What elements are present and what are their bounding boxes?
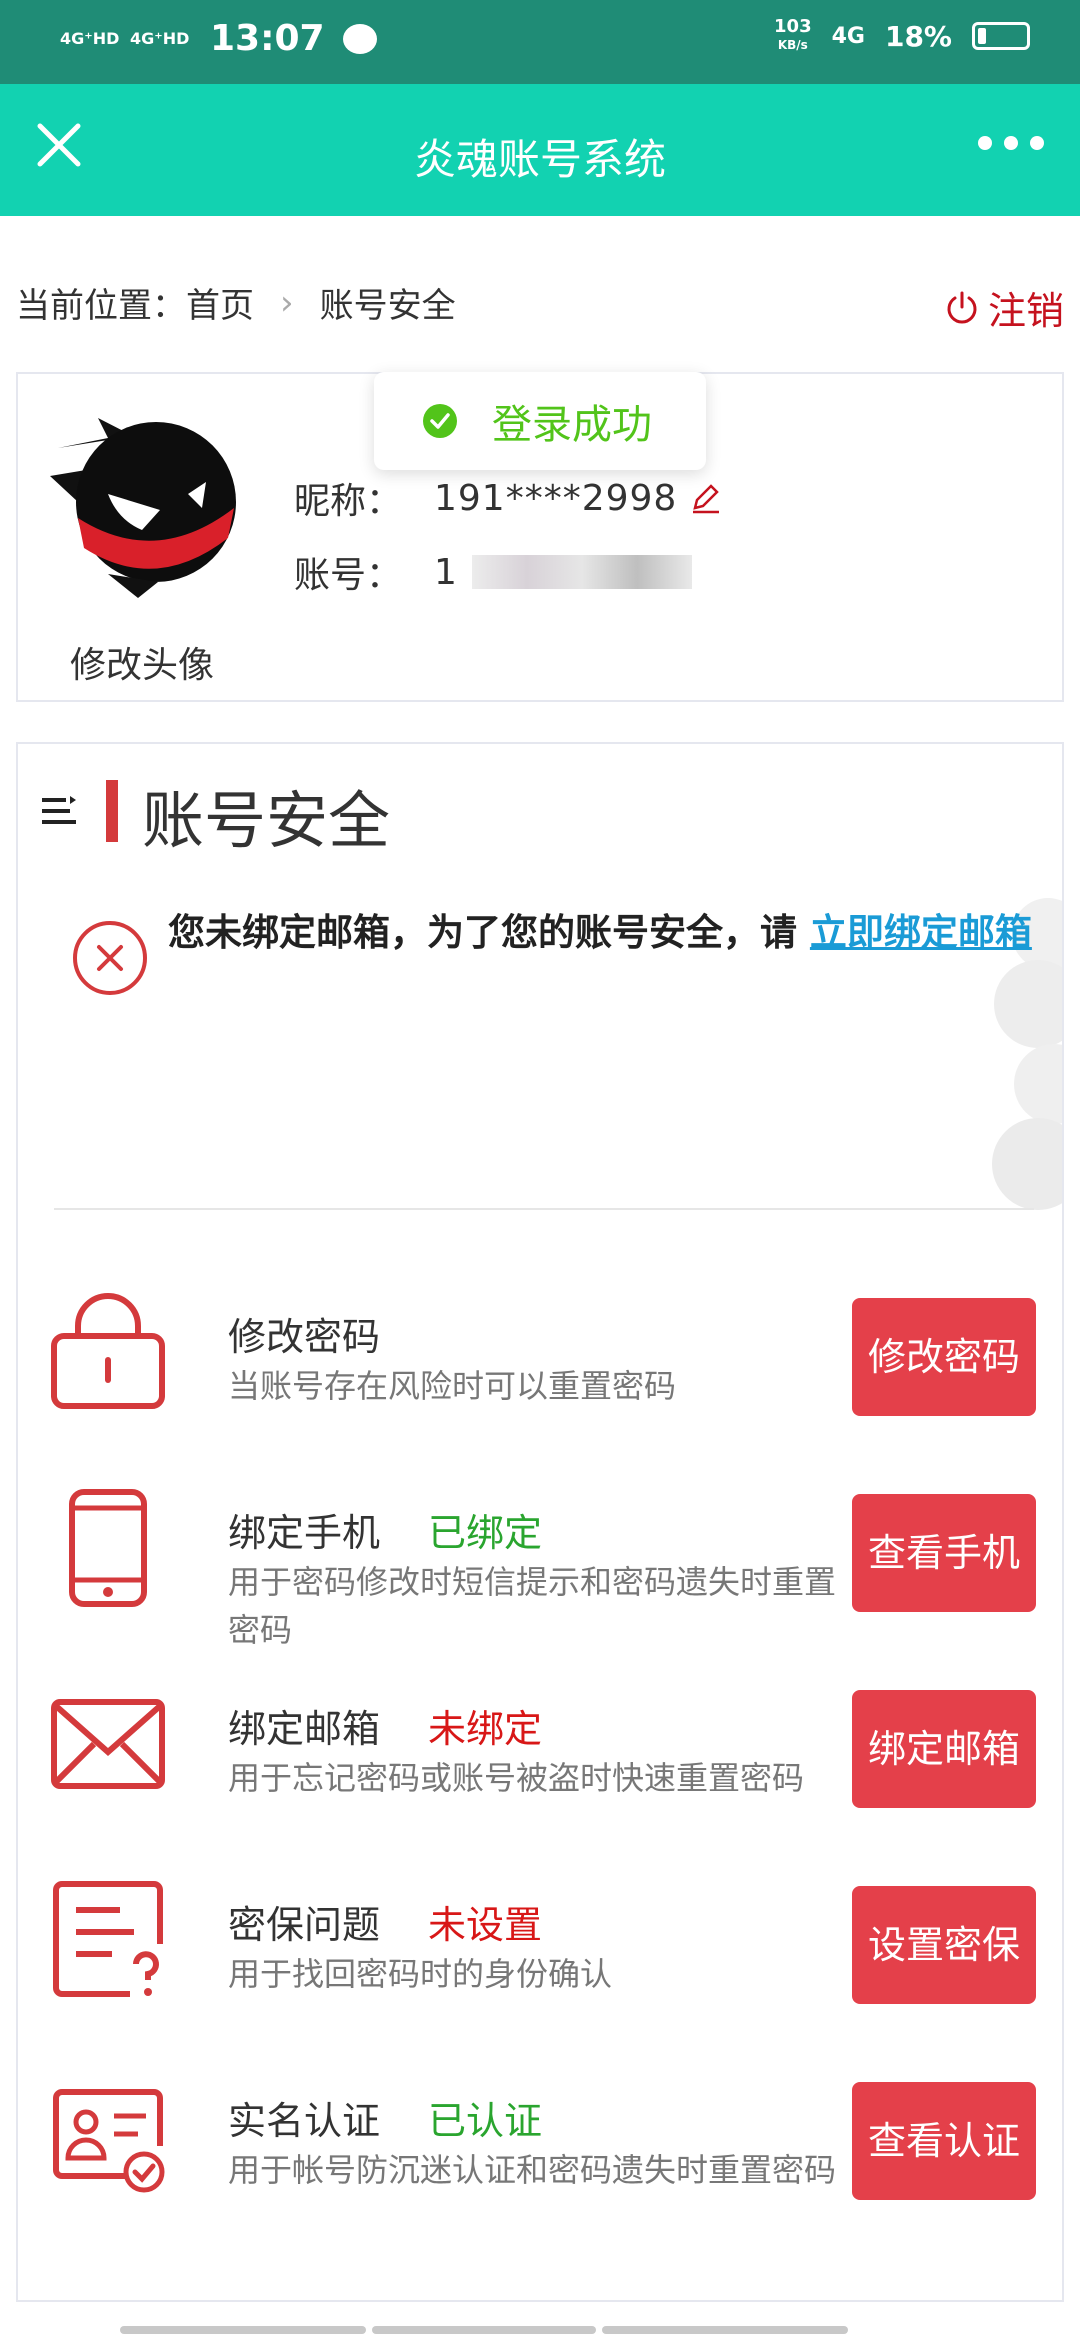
list-item-bind-email: 绑定邮箱 未绑定 用于忘记密码或账号被盗时快速重置密码 绑定邮箱 bbox=[18, 1684, 1062, 1834]
chat-bubble-icon bbox=[342, 23, 377, 54]
blurred-account-number bbox=[471, 555, 692, 589]
item-name: 绑定邮箱 bbox=[228, 1707, 381, 1751]
question-doc-icon bbox=[53, 1881, 163, 1997]
status-badge: 未设置 bbox=[428, 1903, 543, 1947]
login-success-toast: 登录成功 bbox=[374, 372, 706, 470]
horizontal-scrollbar[interactable] bbox=[120, 2326, 848, 2334]
edit-pencil-icon[interactable] bbox=[687, 480, 723, 516]
nickname-value: 191****2998 bbox=[434, 477, 678, 519]
logout-button[interactable]: 注销 bbox=[944, 280, 1064, 335]
warning-text: 您未绑定邮箱，为了您的账号安全，请 bbox=[168, 911, 810, 954]
toast-message: 登录成功 bbox=[492, 402, 652, 448]
breadcrumb: 当前位置： 首页 › 账号安全 bbox=[16, 278, 456, 327]
list-item-change-password: 修改密码 当账号存在风险时可以重置密码 修改密码 bbox=[18, 1292, 1062, 1442]
id-card-icon bbox=[53, 2089, 165, 2193]
phone-icon bbox=[69, 1489, 147, 1607]
network-type: 4G bbox=[831, 23, 865, 49]
item-title: 绑定邮箱 未绑定 bbox=[228, 1698, 542, 1753]
list-item-bind-phone: 绑定手机 已绑定 用于密码修改时短信提示和密码遗失时重置密码 查看手机 bbox=[18, 1488, 1062, 1649]
list-item-real-name: 实名认证 已认证 用于帐号防沉迷认证和密码遗失时重置密码 查看认证 bbox=[18, 2076, 1062, 2226]
logout-label: 注销 bbox=[987, 289, 1064, 333]
list-item-security-question: 密保问题 未设置 用于找回密码时的身份确认 设置密保 bbox=[18, 1880, 1062, 2030]
nickname-label: 昵称： bbox=[294, 481, 403, 522]
warning-message: 您未绑定邮箱，为了您的账号安全，请 立即绑定邮箱 bbox=[168, 904, 1032, 996]
battery-percent: 18% bbox=[884, 19, 952, 53]
item-description: 用于忘记密码或账号被盗时快速重置密码 bbox=[228, 1759, 805, 1797]
more-menu-icon[interactable] bbox=[978, 136, 1044, 150]
divider bbox=[54, 1208, 1034, 1210]
status-badge: 已认证 bbox=[428, 2099, 543, 2143]
status-bar: 4G⁺HD 4G⁺HD 13:07 103 KB/s 4G 18% bbox=[0, 0, 1080, 84]
item-title: 密保问题 未设置 bbox=[228, 1894, 542, 1949]
page-title: 炎魂账号系统 bbox=[413, 135, 666, 184]
account-row: 账号： 1 bbox=[294, 546, 692, 598]
item-name: 绑定手机 bbox=[228, 1511, 381, 1555]
bind-email-link[interactable]: 立即绑定邮箱 bbox=[810, 911, 1032, 954]
set-security-question-button[interactable]: 设置密保 bbox=[852, 1886, 1036, 2004]
change-password-button[interactable]: 修改密码 bbox=[852, 1298, 1036, 1416]
item-name: 密保问题 bbox=[228, 1903, 381, 1947]
section-title: 账号安全 bbox=[142, 784, 391, 857]
clock: 13:07 bbox=[210, 18, 325, 59]
item-title: 修改密码 bbox=[228, 1306, 380, 1361]
email-warning: 您未绑定邮箱，为了您的账号安全，请 立即绑定邮箱 bbox=[72, 904, 1032, 996]
net-speed: 103 KB/s bbox=[774, 18, 812, 54]
page-content: 当前位置： 首页 › 账号安全 注销 修改头像 昵称： 191****2998 bbox=[0, 216, 1080, 2340]
net-speed-unit: KB/s bbox=[777, 38, 808, 52]
net-speed-value: 103 bbox=[774, 16, 812, 37]
breadcrumb-separator: › bbox=[280, 282, 294, 323]
account-label: 账号： bbox=[294, 555, 403, 596]
power-icon bbox=[947, 291, 977, 323]
item-name: 修改密码 bbox=[228, 1315, 381, 1359]
bind-email-button[interactable]: 绑定邮箱 bbox=[852, 1690, 1036, 1808]
view-verification-button[interactable]: 查看认证 bbox=[852, 2082, 1036, 2200]
item-description: 用于密码修改时短信提示和密码遗失时重置密码 bbox=[228, 1563, 837, 1649]
item-description: 用于找回密码时的身份确认 bbox=[228, 1955, 613, 1993]
item-name: 实名认证 bbox=[228, 2099, 381, 2143]
breadcrumb-prefix: 当前位置： bbox=[16, 286, 186, 326]
item-title: 实名认证 已认证 bbox=[228, 2090, 542, 2145]
nickname-row: 昵称： 191****2998 bbox=[294, 472, 723, 524]
menu-icon[interactable] bbox=[40, 794, 78, 828]
mail-icon bbox=[51, 1699, 165, 1789]
signal-1-label: 4G⁺HD bbox=[60, 28, 120, 48]
breadcrumb-home-link[interactable]: 首页 bbox=[186, 278, 254, 327]
signal-2-label: 4G⁺HD bbox=[130, 28, 190, 48]
error-circle-icon bbox=[73, 921, 147, 995]
account-value: 1 bbox=[434, 551, 458, 593]
lock-icon bbox=[51, 1293, 165, 1409]
check-circle-icon bbox=[423, 404, 457, 438]
breadcrumb-current: 账号安全 bbox=[319, 286, 456, 326]
title-bar: 炎魂账号系统 bbox=[0, 84, 1080, 216]
battery-icon bbox=[972, 22, 1030, 50]
avatar[interactable] bbox=[38, 398, 248, 608]
item-description: 当账号存在风险时可以重置密码 bbox=[228, 1367, 677, 1405]
account-security-card: 账号安全 您未绑定邮箱，为了您的账号安全，请 立即绑定邮箱 修改密码 当账号存在… bbox=[16, 742, 1064, 2302]
section-accent-bar bbox=[106, 780, 118, 842]
view-phone-button[interactable]: 查看手机 bbox=[852, 1494, 1036, 1612]
change-avatar-link[interactable]: 修改头像 bbox=[70, 636, 214, 688]
item-description: 用于帐号防沉迷认证和密码遗失时重置密码 bbox=[228, 2151, 837, 2189]
item-title: 绑定手机 已绑定 bbox=[228, 1502, 542, 1557]
status-badge: 已绑定 bbox=[428, 1511, 543, 1555]
status-badge: 未绑定 bbox=[428, 1707, 543, 1751]
